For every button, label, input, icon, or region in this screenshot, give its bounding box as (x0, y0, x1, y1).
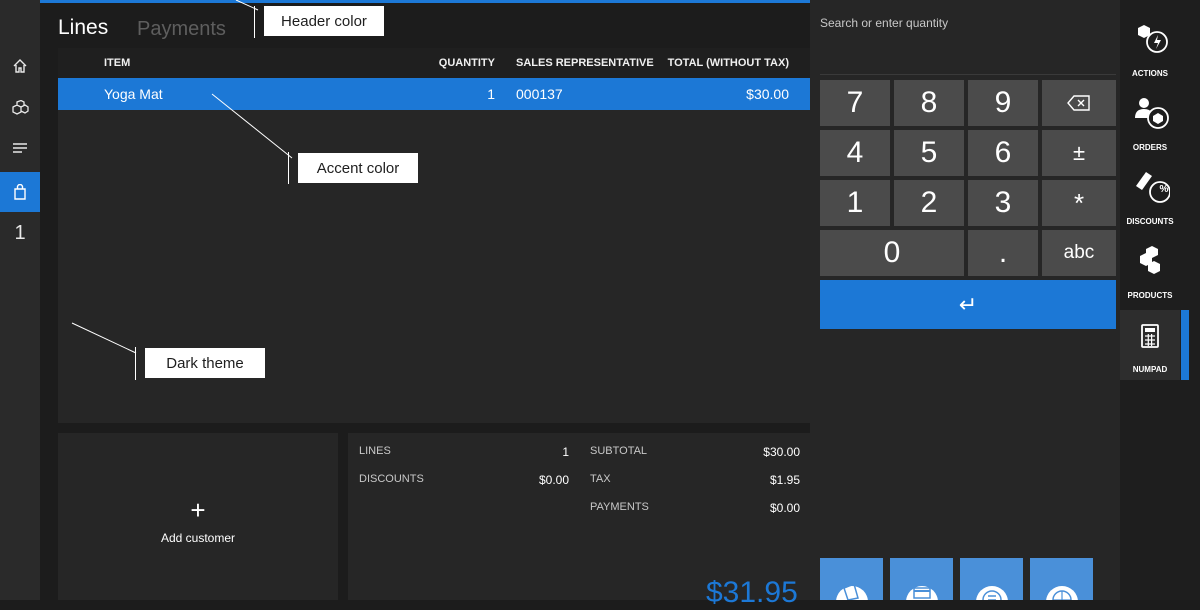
callout-bar (135, 347, 136, 380)
callout-accent-color: Accent color (298, 153, 418, 183)
callout-bar (288, 152, 289, 184)
callout-dark-theme: Dark theme (145, 348, 265, 378)
callout-header-color: Header color (264, 6, 384, 36)
callout-leader-lines (71, 0, 293, 354)
callout-bar (254, 6, 255, 38)
